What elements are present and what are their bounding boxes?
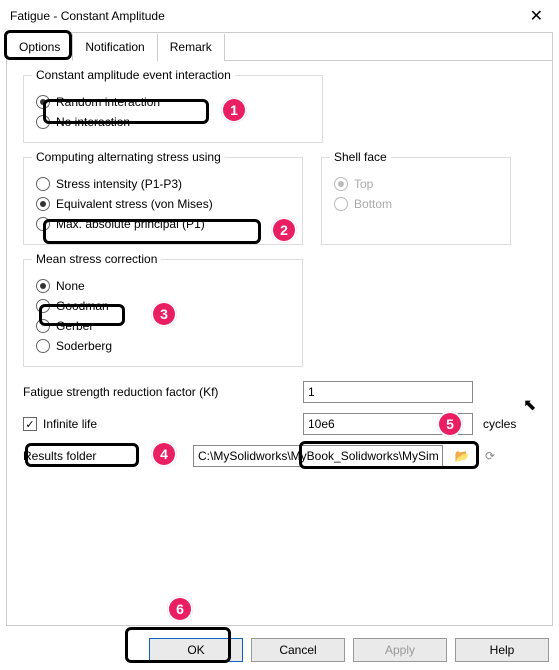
radio-msc-goodman-label: Goodman xyxy=(56,299,109,313)
radio-msc-none-label: None xyxy=(56,279,85,293)
radio-no-interaction[interactable]: No interaction xyxy=(36,112,310,132)
radio-von-mises[interactable]: Equivalent stress (von Mises) xyxy=(36,194,290,214)
tab-notification[interactable]: Notification xyxy=(73,34,157,61)
tab-strip: Options Notification Remark xyxy=(7,33,552,61)
radio-si-label: Stress intensity (P1-P3) xyxy=(56,177,182,191)
radio-bottom-label: Bottom xyxy=(354,197,392,211)
results-folder-label: Results folder xyxy=(23,449,183,463)
radio-shell-bottom: Bottom xyxy=(334,194,498,214)
group-shell-face: Shell face Top Bottom xyxy=(321,157,511,245)
radio-msc-soderberg-label: Soderberg xyxy=(56,339,112,353)
kf-label: Fatigue strength reduction factor (Kf) xyxy=(23,385,293,399)
group-mean-stress: Mean stress correction None Goodman Gerb… xyxy=(23,259,303,367)
apply-button: Apply xyxy=(353,638,447,662)
radio-random-label: Random interaction xyxy=(56,95,160,109)
radio-no-label: No interaction xyxy=(56,115,130,129)
cancel-button[interactable]: Cancel xyxy=(251,638,345,662)
close-icon[interactable]: ✕ xyxy=(524,6,549,26)
cycles-unit-label: cycles xyxy=(483,417,516,431)
check-icon: ✓ xyxy=(25,418,34,431)
radio-shell-top: Top xyxy=(334,174,498,194)
radio-vm-label: Equivalent stress (von Mises) xyxy=(56,197,213,211)
radio-msc-soderberg[interactable]: Soderberg xyxy=(36,336,290,356)
group-interaction: Constant amplitude event interaction Ran… xyxy=(23,75,323,143)
checkbox-infinite-life[interactable]: ✓ Infinite life xyxy=(23,414,97,434)
radio-max-abs-principal[interactable]: Max. absolute principal (P1) xyxy=(36,214,290,234)
group-computing-legend: Computing alternating stress using xyxy=(32,150,225,164)
browse-folder-icon[interactable]: 📂 xyxy=(453,447,471,465)
group-interaction-legend: Constant amplitude event interaction xyxy=(32,68,235,82)
radio-msc-goodman[interactable]: Goodman xyxy=(36,296,290,316)
radio-map-label: Max. absolute principal (P1) xyxy=(56,217,205,231)
dialog-content: Options Notification Remark Constant amp… xyxy=(6,32,553,626)
window-title: Fatigue - Constant Amplitude xyxy=(10,9,165,23)
refresh-icon[interactable]: ⟳ xyxy=(481,447,499,465)
tab-options[interactable]: Options xyxy=(7,34,73,61)
button-bar: OK Cancel Apply Help xyxy=(0,638,559,662)
radio-msc-gerber[interactable]: Gerber xyxy=(36,316,290,336)
radio-msc-none[interactable]: None xyxy=(36,276,290,296)
help-button[interactable]: Help xyxy=(455,638,549,662)
infinite-life-input[interactable] xyxy=(303,413,473,435)
infinite-life-label: Infinite life xyxy=(43,417,97,431)
kf-input[interactable] xyxy=(303,381,473,403)
radio-random-interaction[interactable]: Random interaction xyxy=(36,92,310,112)
group-msc-legend: Mean stress correction xyxy=(32,252,161,266)
group-computing: Computing alternating stress using Stres… xyxy=(23,157,303,245)
radio-stress-intensity[interactable]: Stress intensity (P1-P3) xyxy=(36,174,290,194)
group-shell-legend: Shell face xyxy=(330,150,391,164)
radio-top-label: Top xyxy=(354,177,373,191)
results-folder-input[interactable] xyxy=(193,445,443,467)
ok-button[interactable]: OK xyxy=(149,638,243,662)
options-panel: Constant amplitude event interaction Ran… xyxy=(7,61,552,491)
tab-remark[interactable]: Remark xyxy=(158,34,225,61)
radio-msc-gerber-label: Gerber xyxy=(56,319,93,333)
